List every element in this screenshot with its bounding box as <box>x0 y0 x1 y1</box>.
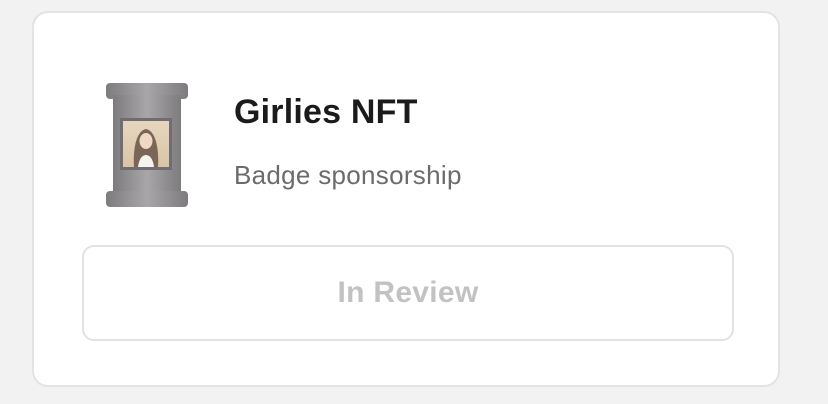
status-label: In Review <box>337 276 479 309</box>
sponsorship-card: Girlies NFT Badge sponsorship In Review <box>32 11 780 387</box>
nft-badge-icon <box>106 83 188 207</box>
sponsorship-type: Badge sponsorship <box>234 160 462 190</box>
in-review-status-button[interactable]: In Review <box>82 245 734 341</box>
project-title: Girlies NFT <box>234 93 418 131</box>
